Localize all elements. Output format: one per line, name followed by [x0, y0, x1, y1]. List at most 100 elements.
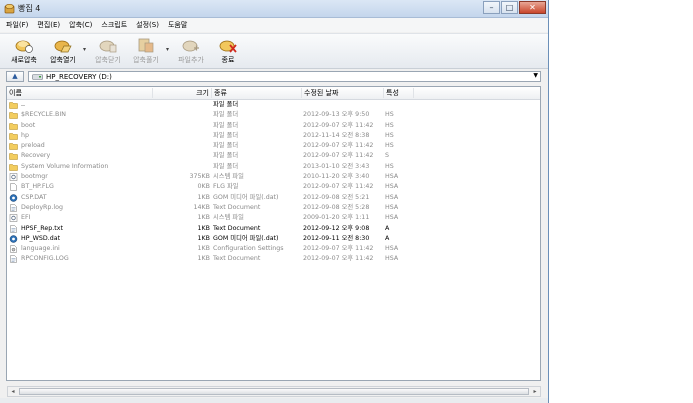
file-row[interactable]: EFI 1KB 시스템 파일 2009-01-20 오후 1:11 HSA: [7, 213, 540, 223]
column-modified-header[interactable]: 수정된 날짜: [302, 88, 384, 98]
file-name: hp: [21, 131, 29, 139]
exit-button[interactable]: 종료: [210, 36, 246, 66]
file-size: 375KB: [189, 173, 210, 181]
up-folder-button[interactable]: ▲: [6, 71, 24, 82]
file-size: 1KB: [197, 224, 210, 232]
file-row[interactable]: language.ini 1KB Configuration Settings 201…: [7, 244, 540, 254]
file-row[interactable]: System Volume Information 파일 폴더 2013-01-10…: [7, 162, 540, 172]
address-path: HP_RECOVERY (D:): [46, 73, 112, 81]
status-bar: [0, 398, 548, 403]
close-window-button[interactable]: ✕: [519, 1, 546, 14]
column-attr-header[interactable]: 특성: [384, 88, 414, 98]
file-attr: HS: [385, 111, 394, 119]
gom-media-icon: [9, 235, 18, 243]
file-attr: A: [385, 224, 390, 232]
open-archive-dropdown-icon[interactable]: ▾: [83, 46, 88, 53]
folder-icon: [9, 101, 18, 109]
menu-edit[interactable]: 편집(E): [37, 20, 60, 30]
add-file-icon: [182, 40, 199, 52]
extract-button[interactable]: 압축풀기: [128, 36, 164, 66]
file-name: HP_WSD.dat: [21, 234, 61, 242]
address-dropdown[interactable]: HP_RECOVERY (D:) ▼: [28, 71, 541, 82]
file-attr: S: [385, 152, 389, 160]
file-attr: HSA: [385, 193, 399, 201]
title-bar[interactable]: 빵집 4 – □ ✕: [0, 0, 548, 18]
extract-dropdown-icon[interactable]: ▾: [166, 46, 171, 53]
file-modified: 2012-09-07 오후 11:42: [303, 255, 374, 263]
scroll-thumb[interactable]: [19, 388, 529, 395]
file-row[interactable]: $RECYCLE.BIN 파일 폴더 2012-09-13 오후 9:50 HS: [7, 110, 540, 120]
toolbar: 새로압축 압축열기 ▾ 압축닫기 압축풀기 ▾ 파일추가 종료: [0, 33, 548, 69]
file-attr: HS: [385, 131, 394, 139]
file-modified: 2013-01-10 오전 3:43: [303, 162, 370, 170]
file-modified: 2009-01-20 오후 1:11: [303, 214, 370, 222]
exit-icon: [219, 40, 237, 53]
minimize-button[interactable]: –: [483, 1, 500, 14]
menu-compress[interactable]: 압축(C): [69, 20, 92, 30]
folder-icon: [9, 163, 18, 171]
drive-icon: [32, 74, 43, 80]
column-size-header[interactable]: 크기: [153, 88, 212, 98]
file-row[interactable]: Recovery 파일 폴더 2012-09-07 오후 11:42 S: [7, 151, 540, 161]
file-modified: 2012-11-14 오전 8:38: [303, 131, 370, 139]
file-attr: A: [385, 234, 390, 242]
file-type: Text Document: [213, 203, 261, 211]
menu-help[interactable]: 도움말: [168, 20, 187, 30]
column-name-header[interactable]: 이름: [7, 88, 153, 98]
add-file-button[interactable]: 파일추가: [173, 36, 209, 66]
file-name: Recovery: [21, 152, 51, 160]
close-archive-label: 압축닫기: [95, 56, 121, 64]
file-attr: HSA: [385, 245, 399, 253]
file-icon: [9, 183, 18, 192]
file-name: boot: [21, 121, 36, 129]
new-archive-button[interactable]: 새로압축: [6, 36, 42, 66]
folder-icon: [9, 111, 18, 120]
file-name: CSP.DAT: [21, 193, 47, 201]
horizontal-scrollbar[interactable]: ◂ ▸: [7, 386, 541, 397]
file-type: 파일 폴더: [213, 142, 239, 150]
maximize-button[interactable]: □: [501, 1, 518, 14]
file-row[interactable]: CSP.DAT 1KB GOM 미디어 파일(.dat) 2012-09-08 오전 …: [7, 193, 540, 203]
file-row[interactable]: hp 파일 폴더 2012-11-14 오전 8:38 HS: [7, 131, 540, 141]
file-name: bootmgr: [21, 173, 48, 181]
file-row[interactable]: RPCONFIG.LOG 1KB Text Document 2012-09-07 오…: [7, 254, 540, 264]
menu-script[interactable]: 스크립트: [101, 20, 127, 30]
file-row[interactable]: boot 파일 폴더 2012-09-07 오후 11:42 HS: [7, 121, 540, 131]
file-attr: HSA: [385, 183, 399, 191]
file-row[interactable]: preload 파일 폴더 2012-09-07 오후 11:42 HS: [7, 141, 540, 151]
file-attr: HS: [385, 162, 394, 170]
file-attr: HS: [385, 142, 394, 150]
address-bar: ▲ HP_RECOVERY (D:) ▼: [6, 71, 541, 83]
system-file-icon: [9, 214, 18, 223]
file-type: 파일 폴더: [213, 131, 239, 139]
open-archive-button[interactable]: 압축열기: [45, 36, 81, 66]
menu-settings[interactable]: 설정(S): [136, 20, 159, 30]
file-type: 파일 폴더: [213, 101, 239, 108]
file-type: 파일 폴더: [213, 152, 239, 160]
column-header: 이름 크기 종류 수정된 날짜 특성: [7, 87, 540, 100]
file-modified: 2012-09-07 오후 11:42: [303, 245, 374, 253]
file-type: Text Document: [213, 224, 261, 232]
file-size: 0KB: [197, 183, 210, 191]
file-modified: 2012-09-07 오후 11:42: [303, 152, 374, 160]
chevron-down-icon[interactable]: ▼: [533, 72, 538, 79]
settings-file-icon: [9, 245, 18, 253]
file-row[interactable]: HP_WSD.dat 1KB GOM 미디어 파일(.dat) 2012-09-11 …: [7, 234, 540, 244]
file-row[interactable]: HPSF_Rep.txt 1KB Text Document 2012-09-12 오…: [7, 224, 540, 234]
file-row[interactable]: DeployRp.log 14KB Text Document 2012-09-08 …: [7, 203, 540, 213]
file-name: $RECYCLE.BIN: [21, 111, 66, 119]
close-archive-button[interactable]: 압축닫기: [90, 36, 126, 66]
scroll-right-icon[interactable]: ▸: [530, 387, 540, 396]
app-window: 빵집 4 – □ ✕ 파일(F) 편집(E) 압축(C) 스크립트 설정(S) …: [0, 0, 549, 403]
add-file-label: 파일추가: [178, 56, 204, 64]
extract-icon: [138, 38, 154, 53]
file-modified: 2012-09-07 오후 11:42: [303, 121, 374, 129]
column-type-header[interactable]: 종류: [212, 88, 302, 98]
menu-file[interactable]: 파일(F): [6, 20, 28, 30]
file-row[interactable]: bootmgr 375KB 시스템 파일 2010-11-20 오후 3:40 HSA: [7, 172, 540, 182]
scroll-left-icon[interactable]: ◂: [8, 387, 18, 396]
file-modified: 2012-09-08 오전 5:28: [303, 203, 370, 211]
file-row[interactable]: .. 파일 폴더: [7, 100, 540, 110]
file-row[interactable]: BT_HP.FLG 0KB FLG 파일 2012-09-07 오후 11:42 HSA: [7, 182, 540, 192]
file-type: GOM 미디어 파일(.dat): [213, 193, 279, 201]
